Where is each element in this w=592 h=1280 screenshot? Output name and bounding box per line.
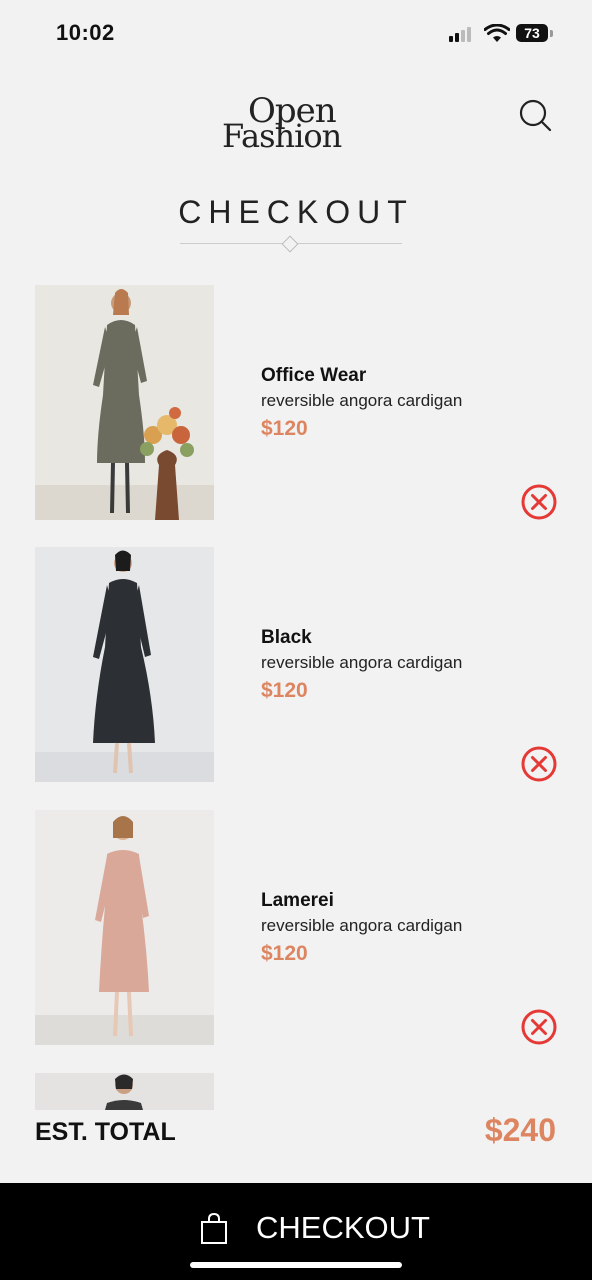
- item-name[interactable]: Office Wear: [261, 365, 462, 387]
- product-image[interactable]: [35, 1073, 214, 1110]
- cart-item: Lamerei reversible angora cardigan $120: [0, 810, 592, 1046]
- item-info: Black reversible angora cardigan $120: [261, 627, 462, 703]
- cart-item: Office Wear reversible angora cardigan $…: [0, 285, 592, 521]
- item-name[interactable]: Black: [261, 627, 462, 649]
- home-indicator[interactable]: [190, 1262, 402, 1268]
- wifi-icon: [484, 24, 510, 42]
- search-icon[interactable]: [518, 98, 552, 132]
- remove-item-icon[interactable]: [520, 745, 558, 783]
- cellular-signal-icon: [449, 27, 471, 42]
- item-price: $120: [261, 417, 308, 440]
- cart-item: Black reversible angora cardigan $120: [0, 547, 592, 783]
- battery-tip: [550, 30, 553, 37]
- battery-icon: 73: [516, 24, 548, 42]
- product-image[interactable]: [35, 547, 214, 782]
- item-info: Lamerei reversible angora cardigan $120: [261, 890, 462, 966]
- item-price: $120: [261, 942, 308, 965]
- product-image[interactable]: [35, 810, 214, 1045]
- item-price: $120: [261, 679, 308, 702]
- product-image[interactable]: [35, 285, 214, 520]
- item-description: reversible angora cardigan: [261, 916, 463, 935]
- page-title: CHECKOUT: [178, 194, 414, 230]
- checkout-button-label[interactable]: CHECKOUT: [256, 1210, 430, 1246]
- item-description: reversible angora cardigan: [261, 653, 463, 672]
- remove-item-icon[interactable]: [520, 483, 558, 521]
- brand-logo[interactable]: Open Fashion: [222, 94, 372, 152]
- divider-diamond-icon: [281, 235, 299, 253]
- item-name[interactable]: Lamerei: [261, 890, 462, 912]
- item-description: reversible angora cardigan: [261, 391, 463, 410]
- logo-line-2: Fashion: [222, 117, 342, 155]
- remove-item-icon[interactable]: [520, 1008, 558, 1046]
- total-value: $240: [484, 1112, 556, 1148]
- item-info: Office Wear reversible angora cardigan $…: [261, 365, 462, 441]
- shopping-bag-icon: [201, 1213, 227, 1244]
- total-label: EST. TOTAL: [35, 1118, 176, 1146]
- status-time: 10:02: [56, 20, 115, 45]
